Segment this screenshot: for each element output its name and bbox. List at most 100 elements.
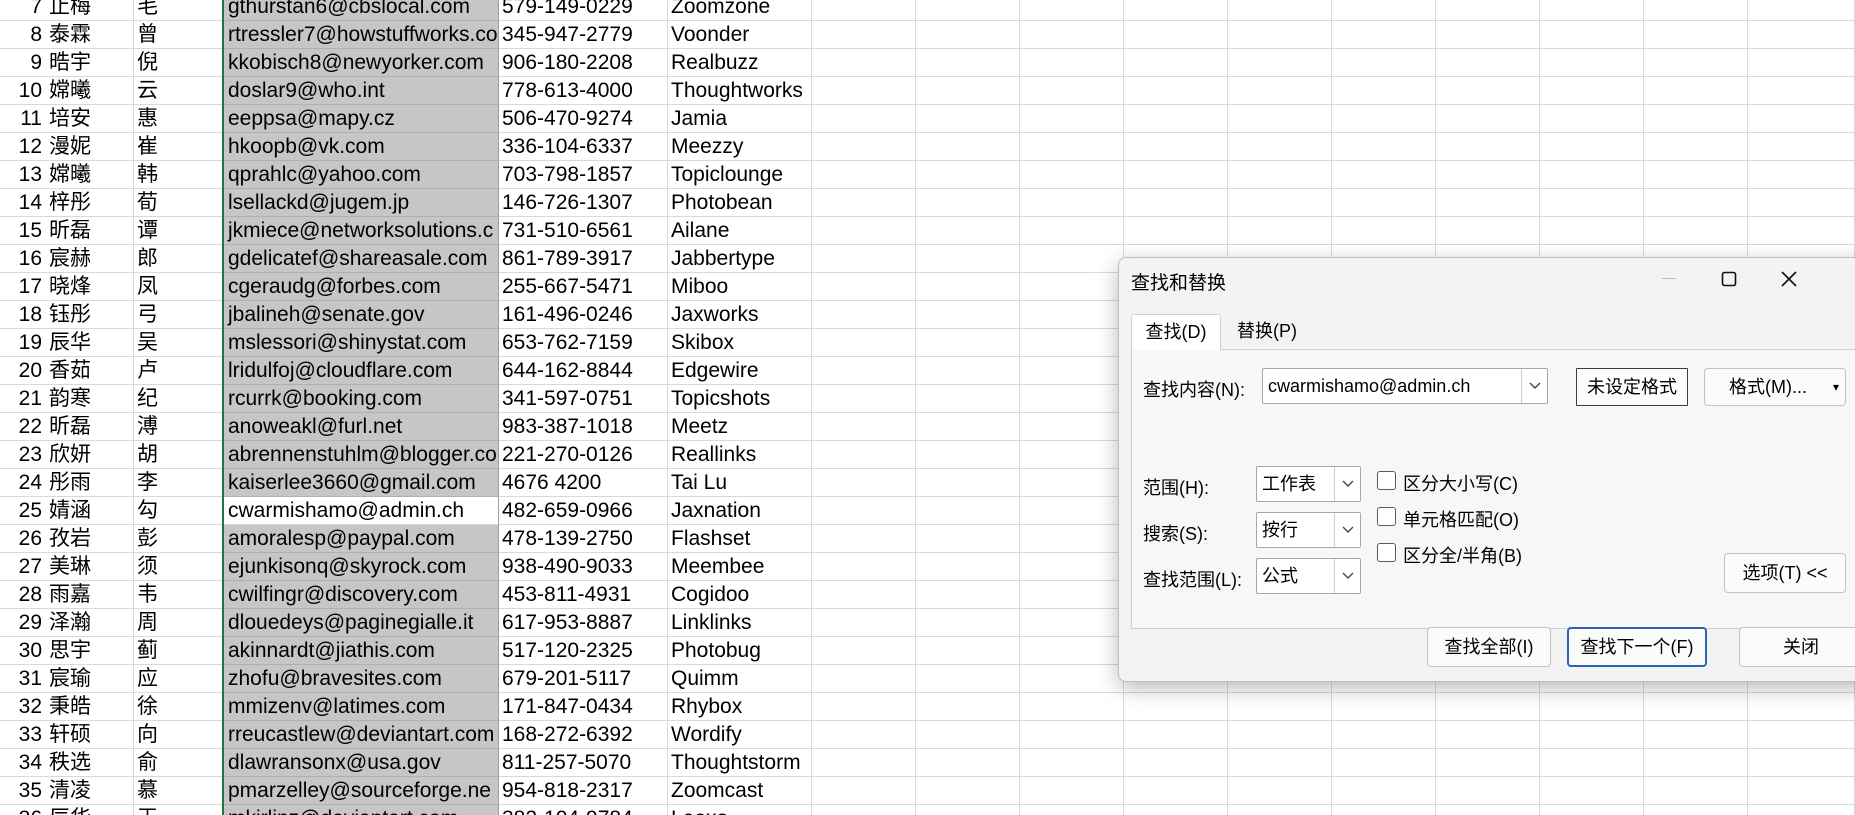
email-cell[interactable]: pmarzelley@sourceforge.ne <box>223 777 499 805</box>
email-cell[interactable]: mkirlinz@deviantart.com <box>223 805 499 815</box>
phone-cell[interactable]: 579-149-0229 <box>499 0 668 21</box>
tab-find[interactable]: 查找(D) <box>1131 314 1221 350</box>
company-cell[interactable]: Meembee <box>668 553 812 581</box>
empty-cell[interactable] <box>1124 133 1228 161</box>
empty-cell[interactable] <box>1124 21 1228 49</box>
empty-cell[interactable] <box>1540 749 1644 777</box>
phone-cell[interactable]: 506-470-9274 <box>499 105 668 133</box>
email-cell[interactable]: rreucastlew@deviantart.com <box>223 721 499 749</box>
email-cell[interactable]: kaiserlee3660@gmail.com <box>223 469 499 497</box>
empty-cell[interactable] <box>1228 805 1332 815</box>
empty-cell[interactable] <box>1436 693 1540 721</box>
given-name-cell[interactable]: 止梅 <box>46 0 134 21</box>
empty-cell[interactable] <box>1540 105 1644 133</box>
empty-cell[interactable] <box>1644 693 1748 721</box>
empty-cell[interactable] <box>1228 217 1332 245</box>
empty-cell[interactable] <box>1436 77 1540 105</box>
family-name-cell[interactable]: 蓟 <box>134 637 223 665</box>
company-cell[interactable]: Leexo <box>668 805 812 815</box>
empty-cell[interactable] <box>916 721 1020 749</box>
empty-cell[interactable] <box>1644 77 1748 105</box>
given-name-cell[interactable]: 辰华 <box>46 805 134 815</box>
given-name-cell[interactable]: 宸瑜 <box>46 665 134 693</box>
table-row[interactable]: 33 轩硕向 rreucastlew@deviantart.com 168-272-6… <box>0 721 1855 749</box>
empty-cell[interactable] <box>916 0 1020 21</box>
chevron-down-icon[interactable] <box>1334 467 1360 501</box>
match-width-checkbox[interactable] <box>1377 543 1396 562</box>
family-name-cell[interactable]: 郎 <box>134 245 223 273</box>
empty-cell[interactable] <box>812 637 916 665</box>
close-button[interactable]: 关闭 <box>1739 627 1855 667</box>
family-name-cell[interactable]: 溥 <box>134 413 223 441</box>
empty-cell[interactable] <box>812 301 916 329</box>
table-row[interactable]: 15 昕磊谭 jkmiece@networksolutions.c 731-510-6… <box>0 217 1855 245</box>
company-cell[interactable]: Topicshots <box>668 385 812 413</box>
family-name-cell[interactable]: 惠 <box>134 105 223 133</box>
family-name-cell[interactable]: 弓 <box>134 301 223 329</box>
close-window-button[interactable] <box>1759 258 1819 300</box>
given-name-cell[interactable]: 轩硕 <box>46 721 134 749</box>
company-cell[interactable]: Quimm <box>668 665 812 693</box>
empty-cell[interactable] <box>1124 105 1228 133</box>
family-name-cell[interactable]: 韩 <box>134 161 223 189</box>
empty-cell[interactable] <box>1124 161 1228 189</box>
email-cell[interactable]: lsellackd@jugem.jp <box>223 189 499 217</box>
empty-cell[interactable] <box>812 525 916 553</box>
empty-cell[interactable] <box>1748 189 1855 217</box>
phone-cell[interactable]: 938-490-9033 <box>499 553 668 581</box>
chevron-down-icon[interactable] <box>1521 369 1547 403</box>
empty-cell[interactable] <box>1540 189 1644 217</box>
empty-cell[interactable] <box>1124 49 1228 77</box>
empty-cell[interactable] <box>1124 0 1228 21</box>
empty-cell[interactable] <box>1540 217 1644 245</box>
company-cell[interactable]: Jaxworks <box>668 301 812 329</box>
family-name-cell[interactable]: 凤 <box>134 273 223 301</box>
empty-cell[interactable] <box>1020 693 1124 721</box>
empty-cell[interactable] <box>1748 105 1855 133</box>
email-cell[interactable]: cgeraudg@forbes.com <box>223 273 499 301</box>
table-row[interactable]: 9 晧宇倪 kkobisch8@newyorker.com 906-180-2208 R… <box>0 49 1855 77</box>
empty-cell[interactable] <box>1020 749 1124 777</box>
empty-cell[interactable] <box>812 217 916 245</box>
empty-cell[interactable] <box>1332 721 1436 749</box>
family-name-cell[interactable]: 谭 <box>134 217 223 245</box>
given-name-cell[interactable]: 漫妮 <box>46 133 134 161</box>
email-cell[interactable]: zhofu@bravesites.com <box>223 665 499 693</box>
empty-cell[interactable] <box>1020 105 1124 133</box>
empty-cell[interactable] <box>812 721 916 749</box>
email-cell[interactable]: doslar9@who.int <box>223 77 499 105</box>
format-status-button[interactable]: 未设定格式 <box>1576 368 1688 406</box>
given-name-cell[interactable]: 思宇 <box>46 637 134 665</box>
empty-cell[interactable] <box>1124 749 1228 777</box>
find-next-button[interactable]: 查找下一个(F) <box>1567 627 1707 667</box>
empty-cell[interactable] <box>1436 49 1540 77</box>
phone-cell[interactable]: 617-953-8887 <box>499 609 668 637</box>
empty-cell[interactable] <box>1332 0 1436 21</box>
family-name-cell[interactable]: 崔 <box>134 133 223 161</box>
empty-cell[interactable] <box>1020 161 1124 189</box>
empty-cell[interactable] <box>916 749 1020 777</box>
company-cell[interactable]: Reallinks <box>668 441 812 469</box>
empty-cell[interactable] <box>812 553 916 581</box>
empty-cell[interactable] <box>1228 21 1332 49</box>
empty-cell[interactable] <box>812 665 916 693</box>
company-cell[interactable]: Skibox <box>668 329 812 357</box>
empty-cell[interactable] <box>1124 77 1228 105</box>
dialog-titlebar[interactable]: 查找和替换 <box>1119 258 1855 300</box>
empty-cell[interactable] <box>812 777 916 805</box>
empty-cell[interactable] <box>916 133 1020 161</box>
empty-cell[interactable] <box>812 77 916 105</box>
maximize-button[interactable] <box>1699 258 1759 300</box>
empty-cell[interactable] <box>1020 609 1124 637</box>
family-name-cell[interactable]: 王 <box>134 805 223 815</box>
empty-cell[interactable] <box>1540 805 1644 815</box>
empty-cell[interactable] <box>1124 217 1228 245</box>
empty-cell[interactable] <box>1748 133 1855 161</box>
family-name-cell[interactable]: 卢 <box>134 357 223 385</box>
empty-cell[interactable] <box>812 273 916 301</box>
given-name-cell[interactable]: 香茹 <box>46 357 134 385</box>
email-cell[interactable]: mmizenv@latimes.com <box>223 693 499 721</box>
given-name-cell[interactable]: 秉皓 <box>46 693 134 721</box>
empty-cell[interactable] <box>1228 0 1332 21</box>
given-name-cell[interactable]: 昕磊 <box>46 413 134 441</box>
